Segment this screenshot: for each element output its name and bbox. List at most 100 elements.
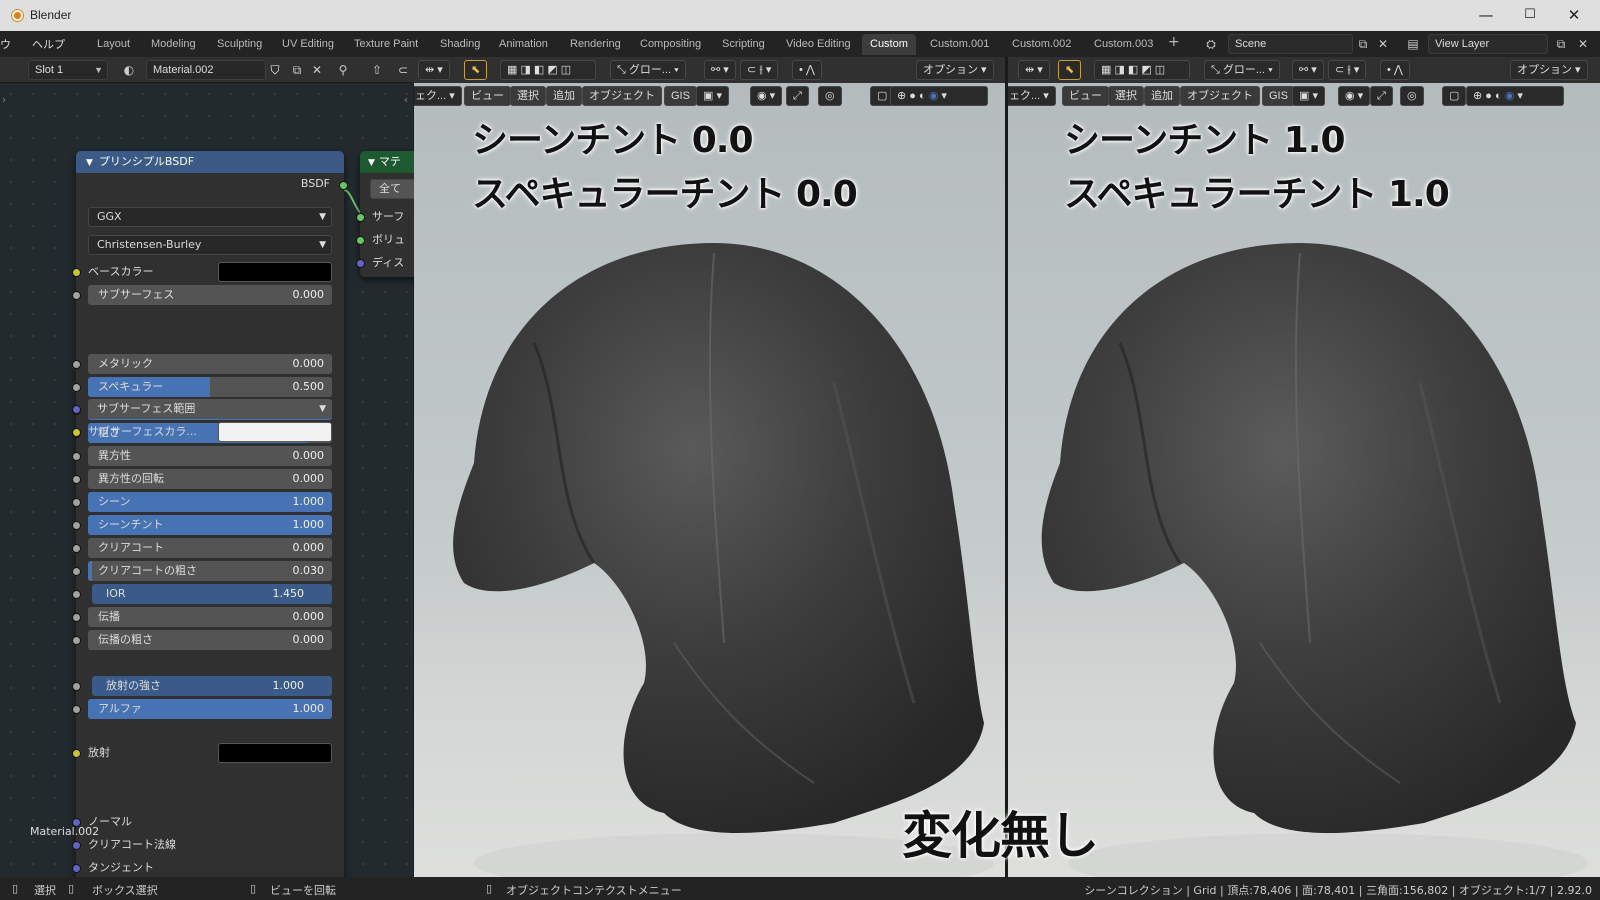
pin-icon[interactable]: ⚲ <box>332 60 354 80</box>
shading-mode-buttons[interactable]: ⊕ ● ◐ ◉ ▾ <box>1466 86 1564 106</box>
param-field[interactable]: スペキュラー 0.500 <box>88 377 332 397</box>
base-color-swatch[interactable] <box>218 262 332 282</box>
scene-selector[interactable]: Scene <box>1228 34 1353 54</box>
snap-icon[interactable]: ⊂ <box>392 60 414 80</box>
select-mode-buttons[interactable]: ▦ ◨ ◧ ◩ ◫ <box>1094 60 1190 80</box>
viewport-right[interactable]: ⇹ ▾ ⬉ ▦ ◨ ◧ ◩ ◫ ⤡ グロー... ▾ ⚯ ▾ ⊂ ⫲ ▾ • ⋀… <box>1008 57 1600 877</box>
remove-view-layer-icon[interactable]: ✕ <box>1572 34 1594 54</box>
viewport-left-render[interactable]: シーンチント 0.0 スペキュラーチント 0.0 <box>414 83 1006 877</box>
clearcoat-normal-socket[interactable] <box>72 841 81 850</box>
object-menu[interactable]: オブジェクト <box>582 86 662 106</box>
gizmo-icon[interactable]: ⤢ <box>1370 86 1393 106</box>
falloff-icon[interactable]: • ⋀ <box>1380 60 1410 80</box>
surface-input-socket[interactable] <box>356 213 365 222</box>
param-field[interactable]: サブサーフェス 0.000 <box>88 285 332 305</box>
tab-sculpting[interactable]: Sculpting <box>209 34 270 55</box>
subsurface-color-swatch[interactable] <box>218 422 332 442</box>
node-header[interactable]: ▼ プリンシプルBSDF <box>76 151 344 173</box>
tab-shading[interactable]: Shading <box>432 34 488 55</box>
menu-help[interactable]: ヘルプ <box>32 36 65 52</box>
param-socket[interactable] <box>72 567 81 576</box>
visibility-icon[interactable]: ◉ ▾ <box>1338 86 1371 106</box>
subsurface-method-dropdown[interactable]: Christensen-Burley ▼ <box>88 235 332 255</box>
viewport-divider[interactable] <box>1005 57 1008 877</box>
param-socket[interactable] <box>72 682 81 691</box>
param-socket[interactable] <box>72 521 81 530</box>
volume-input-socket[interactable] <box>356 236 365 245</box>
transform-orientation-button[interactable]: ⇹ ▾ <box>418 60 450 80</box>
gis-menu[interactable]: GIS <box>664 86 697 106</box>
param-field[interactable]: 伝播 0.000 <box>88 607 332 627</box>
gizmo-icon[interactable]: ⤢ <box>786 86 809 106</box>
close-button[interactable]: ✕ <box>1552 4 1596 26</box>
collapse-icon[interactable]: ▼ <box>86 158 93 168</box>
editor-type-dropdown[interactable]: ェク... ▾ <box>1008 86 1056 106</box>
subsurface-radius-socket[interactable] <box>72 405 81 414</box>
viewport-left[interactable]: ⇹ ▾ ⬉ ▦ ◨ ◧ ◩ ◫ ⤡ グロー... ▾ ⚯ ▾ ⊂ ⫲ ▾ • ⋀… <box>414 57 1006 877</box>
menu-window[interactable]: ウ <box>0 36 11 52</box>
tab-custom-003[interactable]: Custom.003 <box>1086 34 1161 55</box>
param-socket[interactable] <box>72 452 81 461</box>
param-field[interactable]: シーン 1.000 <box>88 492 332 512</box>
param-socket[interactable] <box>72 590 81 599</box>
tangent-socket[interactable] <box>72 864 81 873</box>
subsurface-color-socket[interactable] <box>72 428 81 437</box>
param-socket[interactable] <box>72 705 81 714</box>
viewport-right-render[interactable]: シーンチント 1.0 スペキュラーチント 1.0 <box>1008 83 1600 877</box>
param-socket[interactable] <box>72 544 81 553</box>
gis-menu[interactable]: GIS <box>1262 86 1295 106</box>
select-menu[interactable]: 選択 <box>510 86 546 106</box>
slot-dropdown[interactable]: Slot 1 ▼ <box>28 60 108 80</box>
param-field[interactable]: メタリック 0.000 <box>88 354 332 374</box>
param-field[interactable]: 異方性の回転 0.000 <box>88 469 332 489</box>
options-dropdown[interactable]: オプション ▾ <box>916 60 994 80</box>
distribution-dropdown[interactable]: GGX ▼ <box>88 207 332 227</box>
remove-scene-icon[interactable]: ✕ <box>1372 34 1394 54</box>
overlay-icon[interactable]: ◎ <box>818 86 842 106</box>
new-scene-icon[interactable]: ⧉ <box>1352 34 1374 54</box>
tab-custom[interactable]: Custom <box>862 34 916 55</box>
snapping-icon[interactable]: ⚯ ▾ <box>1292 60 1324 80</box>
param-socket[interactable] <box>72 636 81 645</box>
param-socket[interactable] <box>72 383 81 392</box>
collapse-icon[interactable]: ▼ <box>368 158 375 168</box>
add-workspace-icon[interactable]: + <box>1168 34 1180 50</box>
add-menu[interactable]: 追加 <box>1144 86 1180 106</box>
tab-modeling[interactable]: Modeling <box>143 34 204 55</box>
tab-custom-002[interactable]: Custom.002 <box>1004 34 1079 55</box>
emission-socket[interactable] <box>72 749 81 758</box>
object-menu[interactable]: オブジェクト <box>1180 86 1260 106</box>
param-field[interactable]: 伝播の粗さ 0.000 <box>88 630 332 650</box>
param-socket[interactable] <box>72 360 81 369</box>
param-field[interactable]: IOR 1.450 <box>92 584 332 604</box>
principled-bsdf-node[interactable]: ▼ プリンシプルBSDF BSDF GGX ▼ Christensen-Burley… <box>72 151 348 899</box>
param-field[interactable]: クリアコートの粗さ 0.030 <box>88 561 332 581</box>
view-layer-selector[interactable]: View Layer <box>1428 34 1548 54</box>
tab-compositing[interactable]: Compositing <box>632 34 709 55</box>
editor-type-dropdown[interactable]: ェク... ▾ <box>414 86 462 106</box>
object-mode-icon[interactable]: ▣ ▾ <box>696 86 729 106</box>
xray-icon[interactable]: ▢ <box>1442 86 1467 106</box>
visibility-icon[interactable]: ◉ ▾ <box>750 86 783 106</box>
select-tool-icon[interactable]: ⬉ <box>464 60 488 80</box>
falloff-icon[interactable]: • ⋀ <box>792 60 822 80</box>
tab-uv-editing[interactable]: UV Editing <box>274 34 342 55</box>
unlink-material-icon[interactable]: ✕ <box>306 60 328 80</box>
duplicate-material-icon[interactable]: ⧉ <box>286 60 308 80</box>
minimize-button[interactable]: — <box>1464 4 1508 26</box>
emission-color-swatch[interactable] <box>218 743 332 763</box>
displacement-input-socket[interactable] <box>356 259 365 268</box>
param-socket[interactable] <box>72 613 81 622</box>
fake-user-shield-icon[interactable]: ⛉ <box>264 60 286 80</box>
view-menu[interactable]: ビュー <box>464 86 511 106</box>
add-menu[interactable]: 追加 <box>546 86 582 106</box>
view-layer-icon[interactable]: ▤ <box>1402 34 1424 54</box>
param-socket[interactable] <box>72 475 81 484</box>
param-socket[interactable] <box>72 291 81 300</box>
param-field[interactable]: アルファ 1.000 <box>88 699 332 719</box>
param-field[interactable]: 異方性 0.000 <box>88 446 332 466</box>
tab-rendering[interactable]: Rendering <box>562 34 629 55</box>
options-dropdown[interactable]: オプション ▾ <box>1510 60 1588 80</box>
param-field[interactable]: 放射の強さ 1.000 <box>92 676 332 696</box>
overlay-icon[interactable]: ◎ <box>1400 86 1424 106</box>
